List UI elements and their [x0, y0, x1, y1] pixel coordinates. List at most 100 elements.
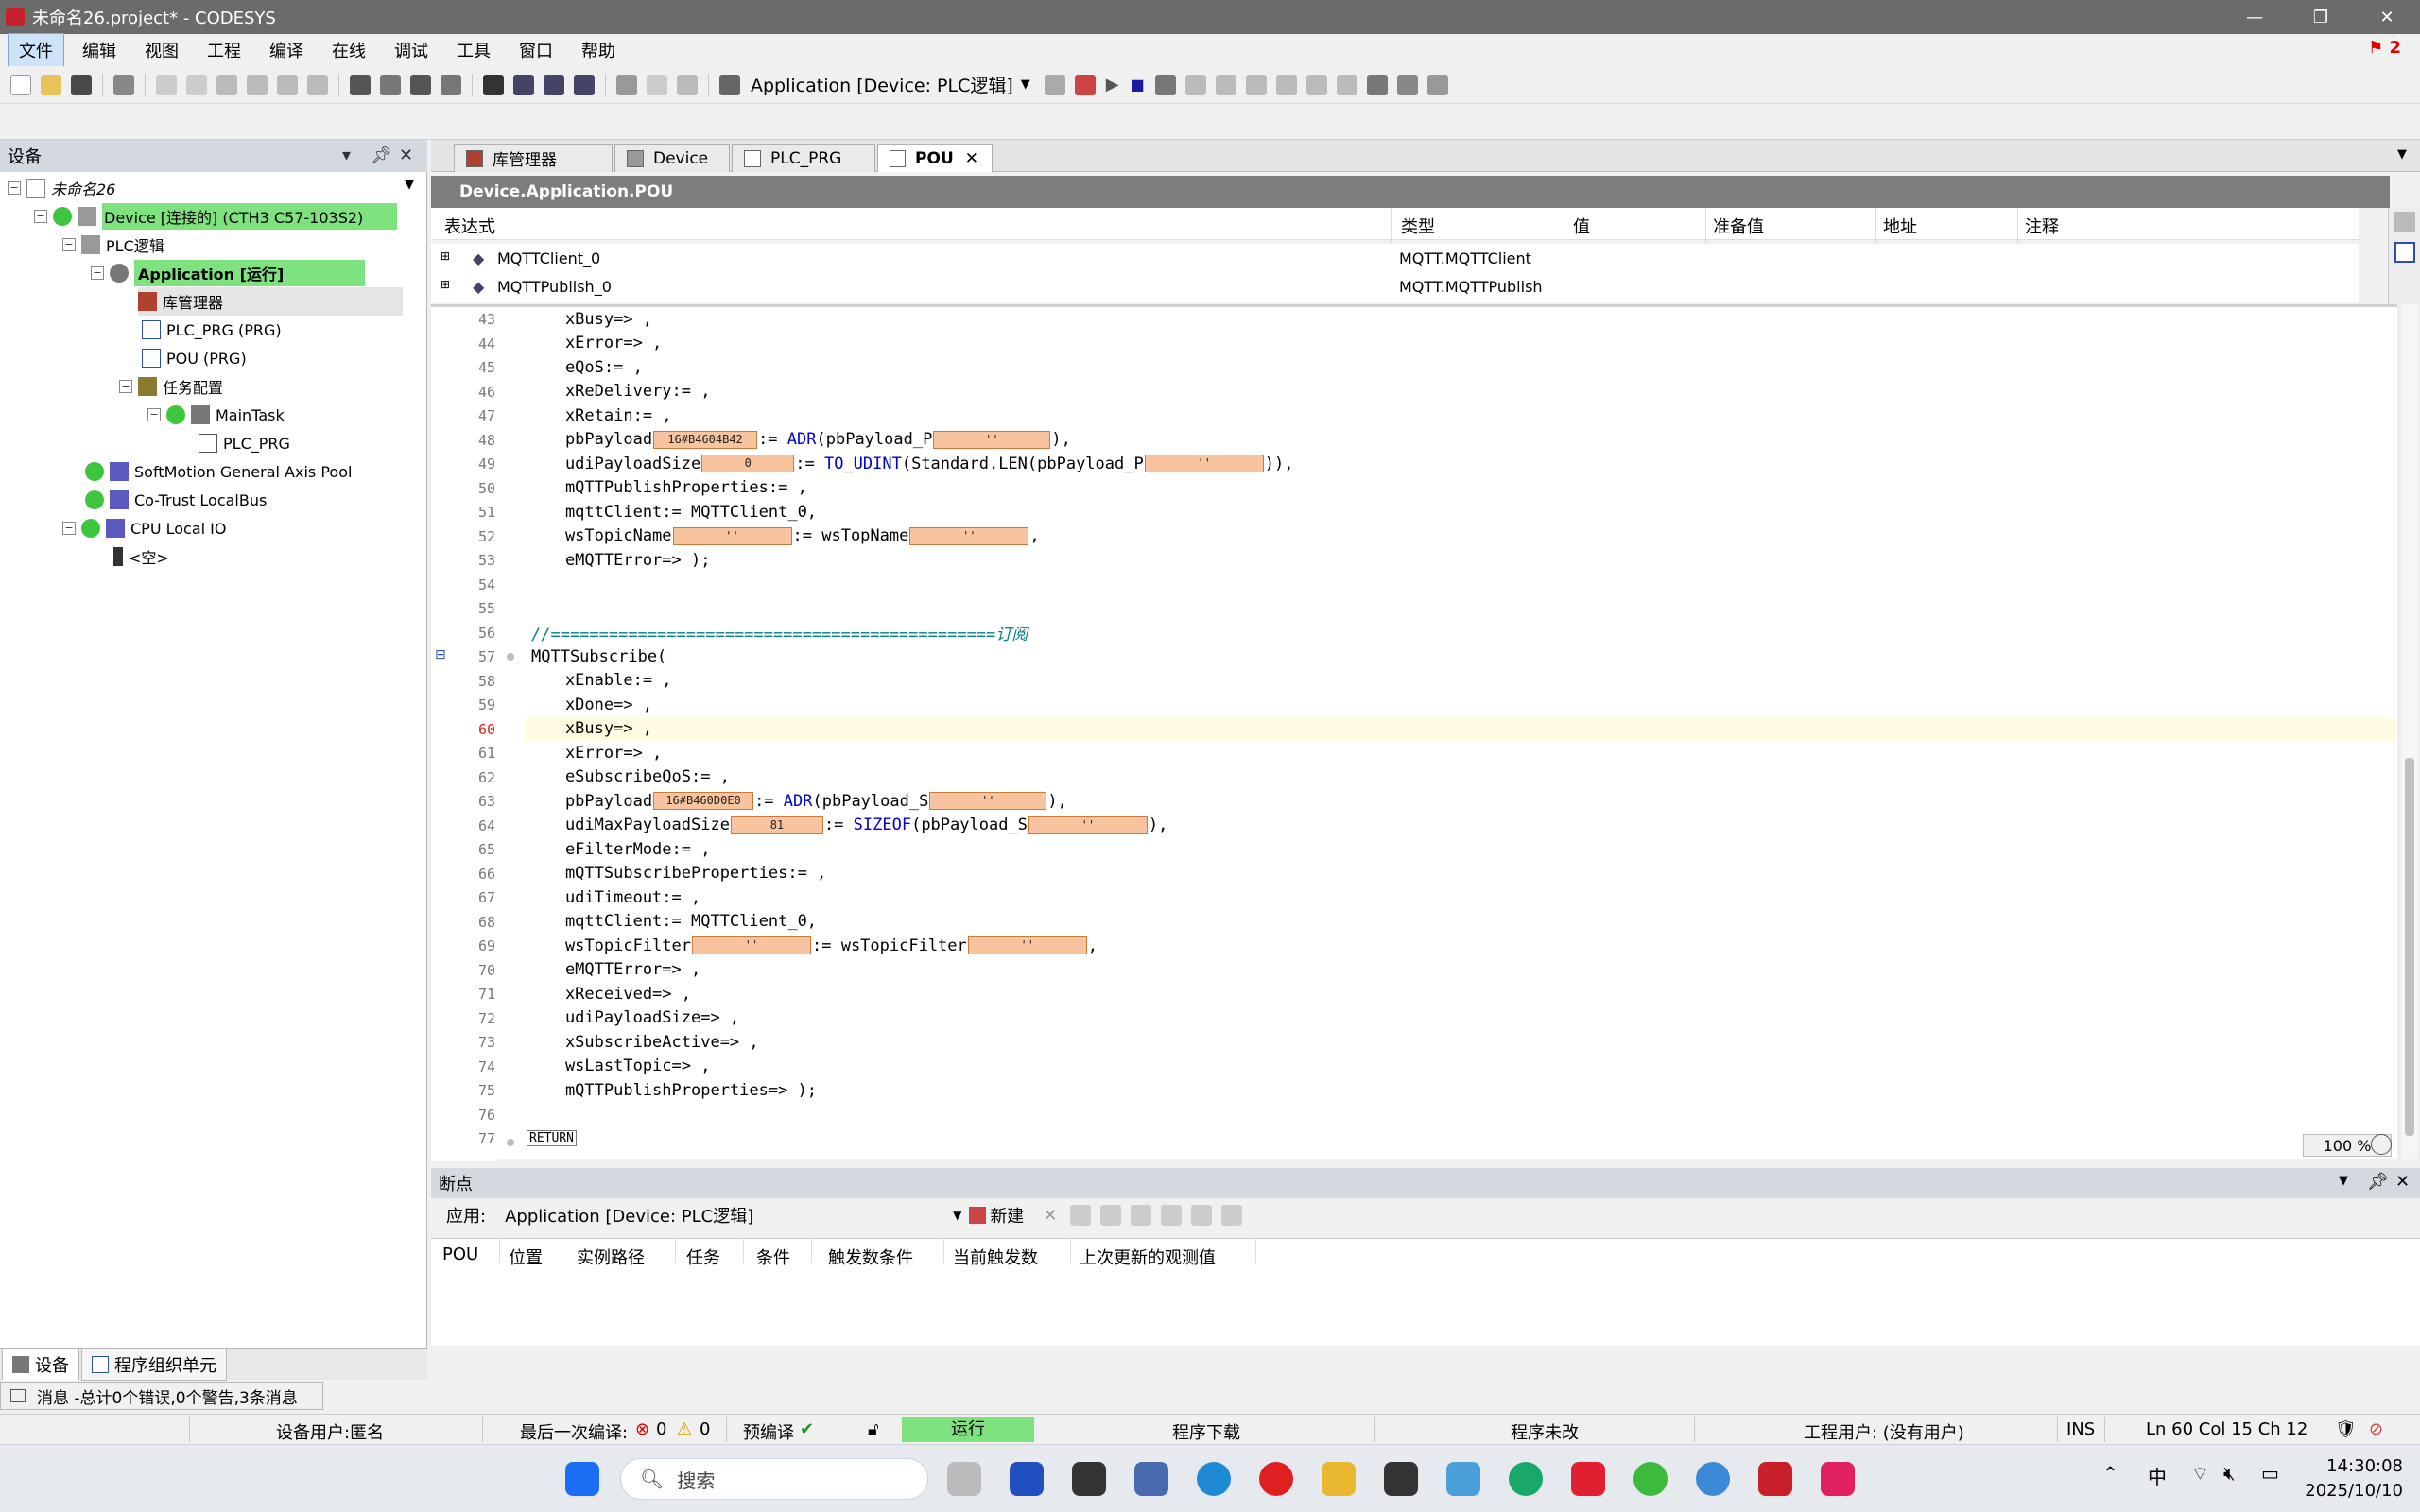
windows-start-icon[interactable]: [565, 1462, 599, 1496]
app-icon-audio[interactable]: [1571, 1462, 1605, 1496]
code-line[interactable]: mqttClient:= MQTTClient_0,: [527, 500, 817, 524]
panel-menu-chevron-icon[interactable]: ▾: [342, 146, 351, 165]
paste-icon[interactable]: [277, 74, 298, 95]
declaration-toggle-icon[interactable]: [2394, 212, 2415, 232]
terminal-icon[interactable]: [1384, 1462, 1418, 1496]
inline-value-overlay[interactable]: '': [933, 430, 1051, 449]
close-window-button[interactable]: ✕: [2354, 0, 2420, 34]
code-line[interactable]: eMQTTError=> ,: [527, 958, 700, 982]
taskbar-search[interactable]: 🔍︎ 搜索: [620, 1458, 928, 1500]
stop-icon[interactable]: ■: [1131, 76, 1145, 94]
tree-item-task-plc-prg[interactable]: PLC_PRG: [199, 429, 290, 457]
col-type[interactable]: 类型: [1401, 214, 1435, 238]
copy-icon[interactable]: [247, 74, 268, 95]
inline-value-overlay[interactable]: 81: [730, 816, 823, 834]
code-editor[interactable]: 43 44 45 46 47 48 49 50 51 52 53 54 55 56 57 58 59 60 61 62…: [431, 304, 2397, 1161]
delete-breakpoint-icon[interactable]: ✕: [1043, 1206, 1057, 1226]
code-line[interactable]: xSubscribeActive=> ,: [527, 1030, 759, 1054]
inline-value-overlay[interactable]: 0: [701, 455, 795, 472]
collapse-icon[interactable]: −: [147, 408, 161, 421]
lock-icon[interactable]: 🔓︎: [868, 1419, 879, 1439]
wechat-icon[interactable]: [1634, 1462, 1668, 1496]
app-icon-image[interactable]: [1446, 1462, 1480, 1496]
app-icon-window[interactable]: [1134, 1462, 1168, 1496]
tree-dropdown-chevron-icon[interactable]: ▼: [405, 178, 414, 192]
prev-bookmark-icon[interactable]: [544, 74, 564, 95]
code-line[interactable]: xBusy=> ,: [527, 717, 652, 741]
code-line[interactable]: wsTopicName '':= wsTopName '',: [527, 524, 1040, 548]
inline-value-overlay[interactable]: '': [967, 936, 1087, 954]
col-value[interactable]: 值: [1573, 214, 1590, 238]
col-address[interactable]: 地址: [1883, 214, 1917, 238]
code-line[interactable]: wsLastTopic=> ,: [527, 1055, 711, 1078]
insert-mode[interactable]: INS: [2066, 1419, 2095, 1439]
chevron-down-icon[interactable]: ▼: [953, 1209, 961, 1222]
tree-item-application[interactable]: − Application [运行]: [91, 259, 366, 287]
delete-all-icon[interactable]: [1221, 1205, 1243, 1226]
tab-plc-prg[interactable]: PLC_PRG: [732, 144, 875, 172]
tab-pou[interactable]: POU ✕: [877, 144, 993, 172]
file-explorer-icon[interactable]: [1322, 1462, 1356, 1496]
tree-item-softmotion[interactable]: SoftMotion General Axis Pool: [85, 457, 352, 486]
step-over-icon[interactable]: [1184, 74, 1206, 95]
start-icon[interactable]: ▶: [1106, 75, 1119, 94]
restore-button[interactable]: ❐: [2288, 0, 2354, 34]
step-into-icon[interactable]: [1215, 74, 1236, 95]
codesys-taskbar-icon[interactable]: [1758, 1462, 1792, 1496]
replace-icon[interactable]: [380, 74, 401, 95]
tree-item-pou[interactable]: POU (PRG): [142, 344, 247, 372]
replace-all-icon[interactable]: [441, 74, 461, 95]
app-icon-l[interactable]: [1010, 1462, 1044, 1496]
edge-browser-icon[interactable]: [1197, 1462, 1231, 1496]
tab-pous[interactable]: 程序组织单元: [81, 1348, 227, 1381]
volume-mute-icon[interactable]: 🔇︎: [2223, 1462, 2236, 1485]
code-line[interactable]: udiPayloadSize=> ,: [527, 1006, 739, 1030]
menu-edit[interactable]: 编辑: [72, 34, 127, 66]
chevron-down-icon[interactable]: ▼: [1021, 77, 1030, 92]
show-current-statement-icon[interactable]: [1336, 74, 1357, 95]
code-line[interactable]: eMQTTError=> );: [527, 548, 711, 572]
find-all-icon[interactable]: [410, 74, 431, 95]
edit-breakpoint-icon[interactable]: [1070, 1205, 1092, 1226]
menu-project[interactable]: 工程: [197, 34, 251, 66]
cut-icon[interactable]: [216, 74, 237, 95]
expand-icon[interactable]: ⊞: [441, 249, 450, 263]
code-line[interactable]: wsTopicFilter '':= wsTopicFilter '',: [527, 934, 1098, 957]
app-icon-x[interactable]: [1509, 1462, 1543, 1496]
col-comment[interactable]: 注释: [2025, 214, 2059, 238]
code-line[interactable]: mQTTPublishProperties=> );: [527, 1078, 817, 1102]
collapse-icon[interactable]: −: [8, 181, 21, 195]
breakpoint-marker[interactable]: [507, 1139, 514, 1146]
properties-icon[interactable]: [616, 74, 637, 95]
menu-view[interactable]: 视图: [134, 34, 189, 66]
notification-flag-icon[interactable]: ⚑ 2: [2368, 38, 2401, 58]
goto-source-icon[interactable]: [1100, 1205, 1122, 1226]
tree-item-cpu-local-io[interactable]: − CPU Local IO: [62, 514, 226, 542]
wifi-icon[interactable]: ⌔: [2191, 1462, 2209, 1486]
code-line[interactable]: xDone=> ,: [527, 693, 652, 716]
input-method-indicator[interactable]: 中: [2148, 1462, 2167, 1489]
col-task[interactable]: 任务: [686, 1245, 720, 1269]
messages-tab[interactable]: 消息 -总计0个错误,0个警告,3条消息: [0, 1382, 323, 1410]
next-bookmark-icon[interactable]: [513, 74, 534, 95]
bookmark-icon[interactable]: [483, 74, 504, 95]
watch-row[interactable]: ⊞ ◆ MQTTPublish_0 MQTT.MQTTPublish: [431, 272, 2360, 301]
inline-value-overlay[interactable]: '': [1144, 455, 1264, 472]
tree-item-task-config[interactable]: − 任务配置: [119, 372, 223, 401]
task-view-icon[interactable]: [947, 1462, 981, 1496]
inline-value-overlay[interactable]: '': [672, 526, 792, 545]
col-prepared-value[interactable]: 准备值: [1713, 214, 1764, 238]
code-line[interactable]: eQoS:= ,: [527, 355, 643, 379]
tab-close-icon[interactable]: ✕: [965, 149, 978, 168]
scrollbar-thumb[interactable]: [2405, 758, 2414, 1136]
new-breakpoint-button[interactable]: 新建: [969, 1203, 1024, 1228]
tree-item-localbus[interactable]: Co-Trust LocalBus: [85, 486, 267, 514]
col-instance-path[interactable]: 实例路径: [577, 1245, 645, 1269]
menu-online[interactable]: 在线: [321, 34, 376, 66]
undo-icon[interactable]: [156, 74, 177, 95]
print-icon[interactable]: [113, 74, 134, 95]
build-icon[interactable]: [719, 74, 740, 95]
code-line[interactable]: udiPayloadSize 0:= TO_UDINT (Standard.LEN(…: [527, 452, 1294, 475]
write-values-icon[interactable]: [1366, 74, 1388, 95]
menu-file[interactable]: 文件: [8, 33, 64, 67]
